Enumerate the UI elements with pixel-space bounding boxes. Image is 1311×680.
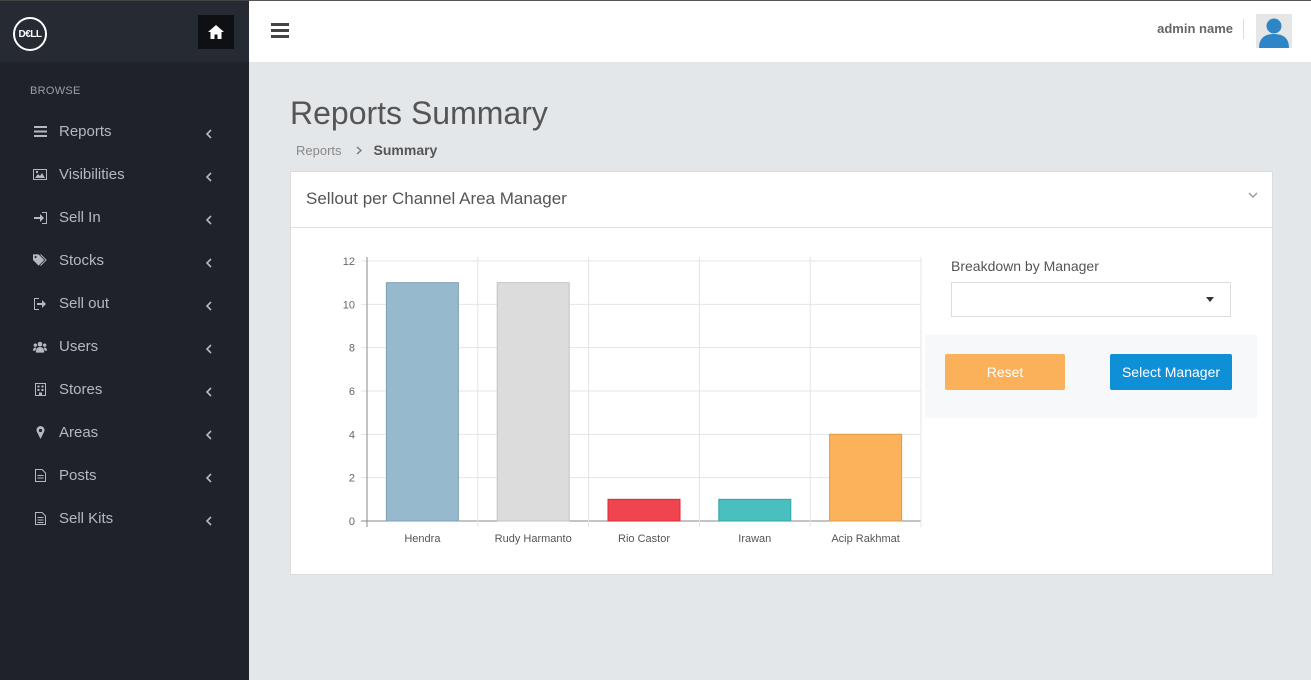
file-text-icon bbox=[33, 512, 47, 526]
hamburger-menu-icon[interactable] bbox=[271, 23, 289, 39]
collapse-chevron-icon[interactable] bbox=[1248, 186, 1258, 204]
x-tick-label: Rudy Harmanto bbox=[495, 533, 572, 545]
chevron-left-icon bbox=[205, 126, 212, 143]
chevron-left-icon bbox=[205, 255, 212, 272]
x-tick-label: Acip Rakhmat bbox=[831, 533, 899, 545]
sidebar-item-stocks[interactable]: Stocks bbox=[0, 239, 249, 282]
sidebar-item-visibilities[interactable]: Visibilities bbox=[0, 153, 249, 196]
header-divider bbox=[1243, 19, 1244, 39]
panel-header: Sellout per Channel Area Manager bbox=[291, 172, 1272, 228]
home-button[interactable] bbox=[198, 15, 234, 49]
sidebar-item-label: Areas bbox=[59, 424, 99, 441]
home-icon bbox=[208, 25, 224, 39]
sidebar: D€LL BROWSE Reports Visibilities Sell In… bbox=[0, 0, 249, 680]
sidebar-item-sell-kits[interactable]: Sell Kits bbox=[0, 497, 249, 540]
x-tick-label: Irawan bbox=[738, 533, 771, 545]
sign-in-icon bbox=[33, 211, 47, 225]
browse-label: BROWSE bbox=[30, 85, 81, 97]
y-tick-label: 12 bbox=[343, 256, 355, 268]
user-avatar-icon bbox=[1256, 14, 1292, 48]
button-row: Reset Select Manager bbox=[925, 335, 1257, 418]
sidebar-item-users[interactable]: Users bbox=[0, 325, 249, 368]
y-tick-label: 10 bbox=[343, 299, 355, 311]
chevron-left-icon bbox=[205, 384, 212, 401]
y-tick-label: 4 bbox=[349, 429, 355, 441]
tags-icon bbox=[33, 254, 47, 268]
sidebar-item-label: Reports bbox=[59, 123, 112, 140]
caret-down-icon bbox=[1206, 297, 1214, 302]
breadcrumb-link-reports[interactable]: Reports bbox=[296, 143, 342, 158]
bar-acip-rakhmat bbox=[829, 433, 903, 522]
chevron-left-icon bbox=[205, 470, 212, 487]
sidebar-item-label: Sell out bbox=[59, 295, 110, 312]
dell-logo[interactable]: D€LL bbox=[13, 17, 47, 51]
file-icon bbox=[33, 469, 47, 483]
sidebar-header: D€LL bbox=[0, 0, 249, 62]
chevron-right-icon bbox=[356, 143, 362, 158]
bar-rudy-harmanto bbox=[496, 282, 570, 522]
sidebar-item-label: Sell Kits bbox=[59, 510, 114, 527]
page-title: Reports Summary bbox=[290, 95, 548, 131]
chevron-left-icon bbox=[205, 212, 212, 229]
sidebar-item-label: Sell In bbox=[59, 209, 101, 226]
breakdown-label: Breakdown by Manager bbox=[951, 258, 1099, 274]
breadcrumb: Reports Summary bbox=[296, 142, 437, 158]
reset-button[interactable]: Reset bbox=[945, 354, 1065, 390]
sidebar-item-reports[interactable]: Reports bbox=[0, 110, 249, 153]
sidebar-item-label: Users bbox=[59, 338, 99, 355]
sidebar-nav: Reports Visibilities Sell In Stocks Sell… bbox=[0, 110, 249, 540]
manager-select[interactable] bbox=[951, 282, 1231, 317]
chevron-left-icon bbox=[205, 298, 212, 315]
sidebar-item-label: Posts bbox=[59, 467, 97, 484]
sign-out-icon bbox=[33, 297, 47, 311]
sidebar-item-areas[interactable]: Areas bbox=[0, 411, 249, 454]
sidebar-item-sell-out[interactable]: Sell out bbox=[0, 282, 249, 325]
user-name[interactable]: admin name bbox=[1157, 21, 1233, 36]
chevron-left-icon bbox=[205, 341, 212, 358]
list-icon bbox=[33, 125, 47, 139]
sidebar-item-stores[interactable]: Stores bbox=[0, 368, 249, 411]
y-tick-label: 0 bbox=[349, 516, 355, 528]
breadcrumb-current: Summary bbox=[373, 142, 438, 158]
x-tick-label: Hendra bbox=[404, 533, 441, 545]
sidebar-item-label: Visibilities bbox=[59, 166, 125, 183]
chevron-left-icon bbox=[205, 169, 212, 186]
top-bar: admin name bbox=[249, 0, 1311, 62]
building-icon bbox=[33, 383, 47, 397]
y-tick-label: 8 bbox=[349, 343, 355, 355]
bar-rio-castor bbox=[607, 498, 681, 522]
bar-irawan bbox=[718, 498, 792, 522]
y-tick-label: 6 bbox=[349, 386, 355, 398]
users-icon bbox=[33, 340, 47, 354]
sellout-panel: Sellout per Channel Area Manager 0 2 4 6 8 10… bbox=[290, 171, 1273, 575]
image-icon bbox=[33, 168, 47, 182]
avatar[interactable] bbox=[1256, 14, 1292, 48]
sidebar-item-label: Stocks bbox=[59, 252, 105, 269]
y-tick-label: 2 bbox=[349, 473, 355, 485]
x-tick-label: Rio Castor bbox=[618, 533, 670, 545]
sidebar-item-posts[interactable]: Posts bbox=[0, 454, 249, 497]
chevron-left-icon bbox=[205, 513, 212, 530]
select-manager-button[interactable]: Select Manager bbox=[1110, 354, 1232, 390]
sidebar-item-label: Stores bbox=[59, 381, 103, 398]
chevron-left-icon bbox=[205, 427, 212, 444]
panel-title: Sellout per Channel Area Manager bbox=[306, 189, 567, 208]
bar-hendra bbox=[385, 282, 459, 522]
sellout-bar-chart: 0 2 4 6 8 10 12 Hendra Rudy Harmanto Rio Castor Ir… bbox=[343, 256, 922, 545]
map-marker-icon bbox=[33, 426, 47, 440]
sidebar-item-sell-in[interactable]: Sell In bbox=[0, 196, 249, 239]
